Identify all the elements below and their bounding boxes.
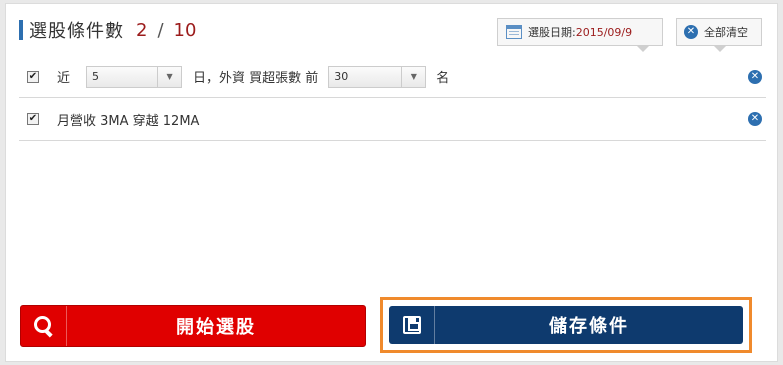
remove-condition-icon[interactable]: ✕ xyxy=(748,112,762,126)
criteria-header: 選股條件數 2 / 10 xyxy=(19,18,196,42)
calendar-icon xyxy=(506,25,522,39)
condition-text: 月營收 3MA 穿越 12MA xyxy=(57,113,200,129)
page-title: 選股條件數 xyxy=(29,21,124,42)
criteria-max: 10 xyxy=(173,19,197,41)
save-criteria-label: 儲存條件 xyxy=(549,316,629,337)
search-icon-cell xyxy=(21,306,67,346)
condition-row: ✔ 月營收 3MA 穿越 12MA ✕ xyxy=(19,98,766,141)
rank-value: 30 xyxy=(334,70,349,83)
condition-suffix: 名 xyxy=(436,71,450,86)
clear-all-label: 全部清空 xyxy=(704,26,748,39)
save-icon-cell xyxy=(389,306,435,344)
save-button-highlight: 儲存條件 xyxy=(380,297,752,353)
chevron-down-icon: ▼ xyxy=(401,66,425,87)
remove-condition-icon[interactable]: ✕ xyxy=(748,69,762,84)
start-screening-label: 開始選股 xyxy=(176,317,256,338)
days-value: 5 xyxy=(92,70,100,83)
save-criteria-button[interactable]: 儲存條件 xyxy=(389,306,743,344)
date-value: 2015/09/9 xyxy=(575,25,633,39)
condition-checkbox[interactable]: ✔ xyxy=(27,70,39,83)
date-label: 選股日期: xyxy=(528,26,576,39)
condition-prefix: 近 xyxy=(57,71,71,86)
rank-select[interactable]: 30 ▼ xyxy=(328,65,427,88)
chevron-down-icon: ▼ xyxy=(157,66,181,87)
search-icon xyxy=(33,315,55,337)
condition-checkbox[interactable]: ✔ xyxy=(27,113,39,125)
condition-row: ✔ 近 5 ▼ 日，外資 買超張數 前 30 ▼ 名 ✕ xyxy=(19,56,766,98)
start-screening-button[interactable]: 開始選股 xyxy=(20,305,366,347)
screening-date[interactable]: 選股日期: 2015/09/9 xyxy=(497,18,663,52)
condition-middle-text: 日，外資 買超張數 前 xyxy=(193,71,319,86)
days-select[interactable]: 5 ▼ xyxy=(86,65,183,88)
criteria-count: 2 xyxy=(136,19,148,41)
clear-all-button[interactable]: ✕ 全部清空 xyxy=(676,18,762,52)
count-separator: / xyxy=(157,19,164,41)
save-icon xyxy=(402,316,421,334)
close-circle-icon: ✕ xyxy=(684,25,698,39)
title-accent-bar xyxy=(19,20,23,40)
